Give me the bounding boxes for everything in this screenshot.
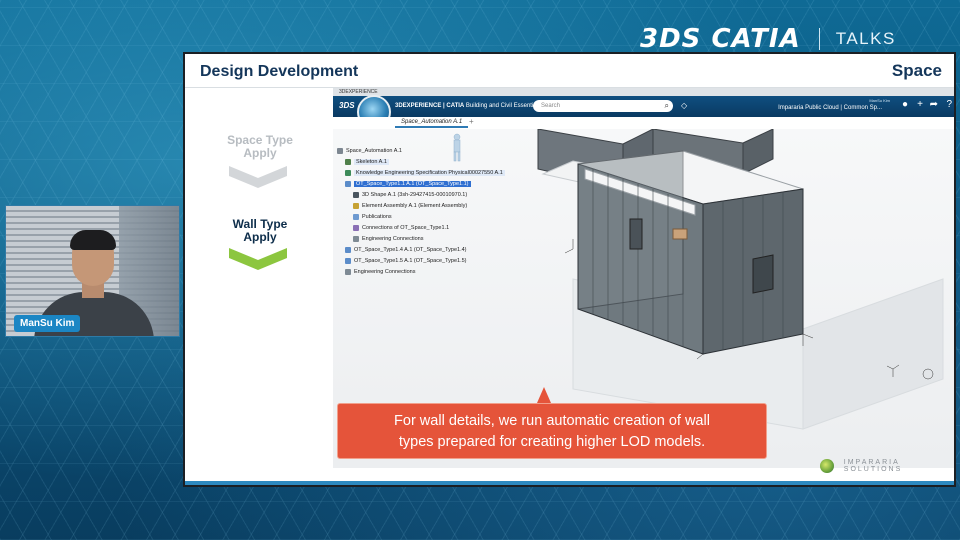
app-brand: 3DEXPERIENCE | CATIA Building and Civil … xyxy=(395,103,538,109)
slide-header: Design Development Space xyxy=(185,54,954,88)
tree-node-label: Element Assembly A.1 (Element Assembly) xyxy=(362,203,468,209)
avatar-icon[interactable]: ● xyxy=(902,100,908,110)
space-type-icon xyxy=(345,180,351,187)
product-icon xyxy=(337,147,343,154)
step-label-line2: Apply xyxy=(243,230,277,244)
step-space-type: Space Type Apply xyxy=(205,134,315,160)
app-brand-rest: Building and Civil Essential xyxy=(465,103,538,109)
tree-node-space-type-1-1[interactable]: OT_Space_Type1.1 A.1 (OT_Space_Type1.1) xyxy=(345,180,471,189)
tree-node-engineering-connections[interactable]: Engineering Connections xyxy=(353,235,423,244)
tree-node-space-type-1-4[interactable]: OT_Space_Type1.4 A.1 (OT_Space_Type1.4) xyxy=(345,246,467,255)
skeleton-icon xyxy=(345,158,351,165)
tree-node-connections[interactable]: Connections of OT_Space_Type1.1 xyxy=(353,224,449,233)
search-icon[interactable]: ⌕ xyxy=(665,102,669,110)
engineering-connections-icon xyxy=(353,235,359,242)
caption-pointer xyxy=(537,387,551,403)
tenant-selector[interactable]: Impararia Public Cloud | Common Sp... xyxy=(778,105,882,111)
tree-node-knowledge-spec[interactable]: Knowledge Engineering Specification Phys… xyxy=(345,169,505,178)
tab-space-automation[interactable]: Space_Automation A.1 xyxy=(395,118,469,128)
help-icon[interactable]: ? xyxy=(946,100,952,110)
window-titlebar: 3DEXPERIENCE xyxy=(333,88,954,96)
chevron-down-icon xyxy=(229,248,287,270)
imparaia-logo-icon xyxy=(820,459,834,473)
brand-divider xyxy=(818,28,820,50)
tree-node-label: Publications xyxy=(362,214,392,220)
ds-logo-icon: 3DS xyxy=(339,101,355,110)
engineering-connections-icon xyxy=(345,268,351,275)
slide-bottom-accent xyxy=(185,481,954,485)
user-name: ManSu Kim xyxy=(869,98,890,103)
tree-node-label: Space_Automation A.1 xyxy=(346,148,402,154)
imparaia-company-name: IMPARARIA SOLUTIONS xyxy=(843,459,903,473)
tree-node-label: Knowledge Engineering Specification Phys… xyxy=(354,170,505,176)
step-wall-type: Wall Type Apply xyxy=(205,218,315,244)
3d-shape-icon xyxy=(353,191,359,198)
tag-icon[interactable]: ◇ xyxy=(681,101,687,110)
tree-node-publications[interactable]: Publications xyxy=(353,213,392,222)
tree-node-skeleton[interactable]: Skeleton A.1 xyxy=(345,158,389,167)
app-toolbar: 3DS 3DEXPERIENCE | CATIA Building and Ci… xyxy=(333,95,954,129)
slide-title: Design Development xyxy=(200,63,359,80)
tree-node-label: Connections of OT_Space_Type1.1 xyxy=(362,225,450,231)
caption-box: For wall details, we run automatic creat… xyxy=(337,403,767,459)
tree-node-engineering-connections-root[interactable]: Engineering Connections xyxy=(345,268,415,277)
tree-node-label: Engineering Connections xyxy=(354,269,416,275)
chevron-down-icon xyxy=(229,166,287,188)
speaker-name-tag: ManSu Kim xyxy=(14,315,81,332)
tree-node-label: Engineering Connections xyxy=(362,236,424,242)
tree-node-space-type-1-5[interactable]: OT_Space_Type1.5 A.1 (OT_Space_Type1.5) xyxy=(345,257,467,266)
catia-talks-brand: 3DS CATIA TALKS xyxy=(640,24,896,54)
connections-icon xyxy=(353,224,359,231)
search-placeholder: Search xyxy=(541,103,561,109)
app-brand-bold: 3DEXPERIENCE | CATIA xyxy=(395,103,465,109)
share-icon[interactable]: ➦ xyxy=(930,100,938,110)
space-type-icon xyxy=(345,246,351,253)
tree-node-label: OT_Space_Type1.4 A.1 (OT_Space_Type1.4) xyxy=(354,247,467,253)
publications-icon xyxy=(353,213,359,220)
speaker-webcam: ManSu Kim xyxy=(5,205,180,337)
tree-node-label: OT_Space_Type1.5 A.1 (OT_Space_Type1.5) xyxy=(354,258,467,264)
add-tab-icon[interactable]: + xyxy=(469,117,474,126)
talks-label: TALKS xyxy=(835,29,896,48)
catia-logo: 3DS CATIA xyxy=(640,24,801,54)
tree-node-root[interactable]: Space_Automation A.1 xyxy=(337,147,402,156)
imparaia-logo: IMPARARIA SOLUTIONS xyxy=(820,459,960,473)
speaker-hair xyxy=(70,230,116,250)
workflow-steps: Space Type Apply Wall Type Apply xyxy=(185,88,332,438)
tree-node-label: 3D Shape A.1 (3sh-29427415-00010970.1) xyxy=(362,192,468,198)
step-label-line2: Apply xyxy=(243,146,277,160)
tree-node-3d-shape[interactable]: 3D Shape A.1 (3sh-29427415-00010970.1) xyxy=(353,191,467,200)
tree-node-label: Skeleton A.1 xyxy=(354,159,389,165)
add-icon[interactable]: + xyxy=(917,100,923,110)
tree-node-label: OT_Space_Type1.1 A.1 (OT_Space_Type1.1) xyxy=(354,181,471,187)
caption-line-2: types prepared for creating higher LOD m… xyxy=(398,434,706,450)
knowledge-icon xyxy=(345,169,351,176)
tree-node-element-assembly[interactable]: Element Assembly A.1 (Element Assembly) xyxy=(353,202,467,211)
slide-section-label: Space xyxy=(891,61,942,80)
search-input[interactable]: Search ⌕ xyxy=(533,100,673,112)
assembly-icon xyxy=(353,202,359,209)
caption-line-1: For wall details, we run automatic creat… xyxy=(394,413,710,429)
space-type-icon xyxy=(345,257,351,264)
